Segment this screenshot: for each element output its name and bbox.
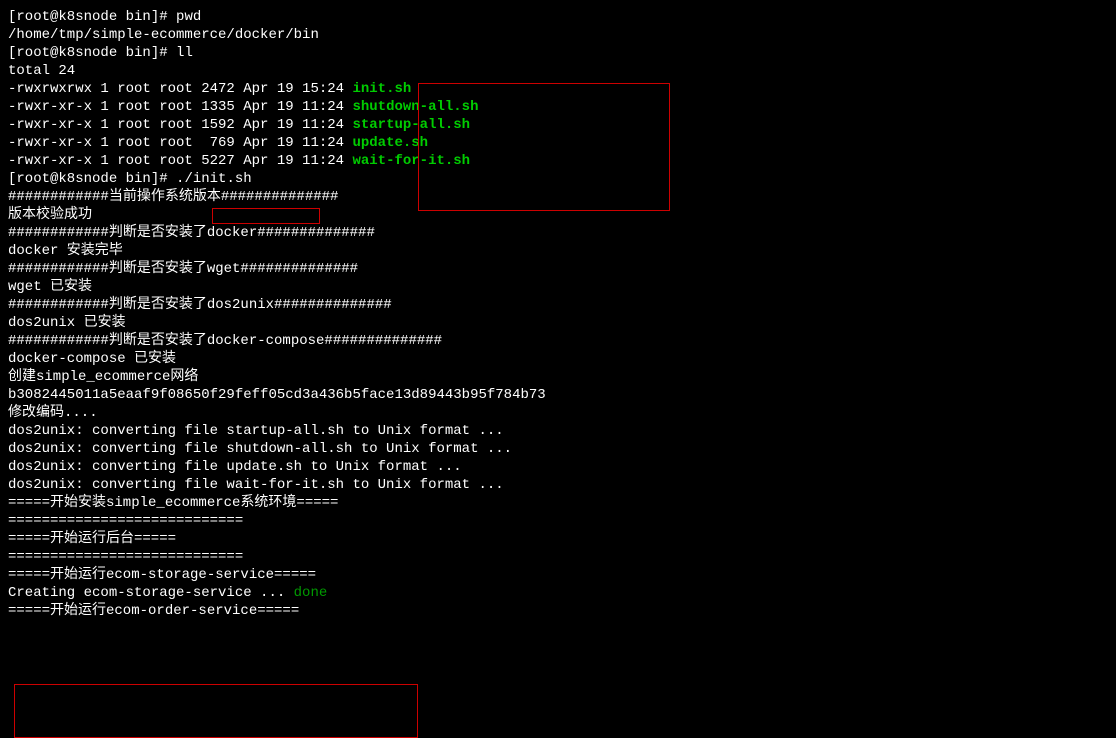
prompt-line-init: [root@k8snode bin]# ./init.sh <box>8 170 1108 188</box>
prompt: [root@k8snode bin]# <box>8 9 168 25</box>
file-name: wait-for-it.sh <box>352 153 470 169</box>
output-line: ============================ <box>8 512 1108 530</box>
ll-total: total 24 <box>8 62 1108 80</box>
output-line: dos2unix: converting file startup-all.sh… <box>8 422 1108 440</box>
file-entry: -rwxr-xr-x 1 root root 1592 Apr 19 11:24… <box>8 116 1108 134</box>
file-perms: -rwxrwxrwx 1 root root 2472 Apr 19 15:24 <box>8 81 352 97</box>
output-line: =====开始安装simple_ecommerce系统环境===== <box>8 494 1108 512</box>
output-line: =====开始运行ecom-storage-service===== <box>8 566 1108 584</box>
prompt: [root@k8snode bin]# <box>8 171 168 187</box>
output-line: b3082445011a5eaaf9f08650f29feff05cd3a436… <box>8 386 1108 404</box>
pwd-output: /home/tmp/simple-ecommerce/docker/bin <box>8 26 1108 44</box>
output-line: ############判断是否安装了docker-compose#######… <box>8 332 1108 350</box>
file-name: shutdown-all.sh <box>352 99 478 115</box>
output-line: ############判断是否安装了docker############## <box>8 224 1108 242</box>
file-entry: -rwxr-xr-x 1 root root 1335 Apr 19 11:24… <box>8 98 1108 116</box>
output-line: ############当前操作系统版本############## <box>8 188 1108 206</box>
cmd-pwd: pwd <box>176 9 201 25</box>
output-line: 创建simple_ecommerce网络 <box>8 368 1108 386</box>
done-text: done <box>294 585 328 601</box>
prompt: [root@k8snode bin]# <box>8 45 168 61</box>
output-line: wget 已安装 <box>8 278 1108 296</box>
output-line: =====开始运行ecom-order-service===== <box>8 602 1108 620</box>
highlight-box-services <box>14 684 418 738</box>
prompt-line-ll: [root@k8snode bin]# ll <box>8 44 1108 62</box>
output-line: =====开始运行后台===== <box>8 530 1108 548</box>
creating-text: Creating ecom-storage-service ... <box>8 585 294 601</box>
output-line: docker-compose 已安装 <box>8 350 1108 368</box>
output-line: ============================ <box>8 548 1108 566</box>
cmd-ll: ll <box>176 45 193 61</box>
output-line: ############判断是否安装了wget############## <box>8 260 1108 278</box>
cmd-init: ./init.sh <box>168 171 252 187</box>
file-entry: -rwxrwxrwx 1 root root 2472 Apr 19 15:24… <box>8 80 1108 98</box>
output-line: dos2unix: converting file shutdown-all.s… <box>8 440 1108 458</box>
file-name: init.sh <box>352 81 411 97</box>
file-perms: -rwxr-xr-x 1 root root 769 Apr 19 11:24 <box>8 135 352 151</box>
file-perms: -rwxr-xr-x 1 root root 5227 Apr 19 11:24 <box>8 153 352 169</box>
output-line: 版本校验成功 <box>8 206 1108 224</box>
file-name: startup-all.sh <box>352 117 470 133</box>
output-line: dos2unix 已安装 <box>8 314 1108 332</box>
output-line: Creating ecom-storage-service ... done <box>8 584 1108 602</box>
output-line: 修改编码.... <box>8 404 1108 422</box>
output-line: dos2unix: converting file wait-for-it.sh… <box>8 476 1108 494</box>
file-perms: -rwxr-xr-x 1 root root 1335 Apr 19 11:24 <box>8 99 352 115</box>
prompt-line-pwd: [root@k8snode bin]# pwd <box>8 8 1108 26</box>
file-entry: -rwxr-xr-x 1 root root 769 Apr 19 11:24 … <box>8 134 1108 152</box>
output-line: docker 安装完毕 <box>8 242 1108 260</box>
output-line: ############判断是否安装了dos2unix#############… <box>8 296 1108 314</box>
file-name: update.sh <box>352 135 428 151</box>
output-line: dos2unix: converting file update.sh to U… <box>8 458 1108 476</box>
file-perms: -rwxr-xr-x 1 root root 1592 Apr 19 11:24 <box>8 117 352 133</box>
terminal-output[interactable]: [root@k8snode bin]# pwd /home/tmp/simple… <box>8 8 1108 620</box>
file-entry: -rwxr-xr-x 1 root root 5227 Apr 19 11:24… <box>8 152 1108 170</box>
